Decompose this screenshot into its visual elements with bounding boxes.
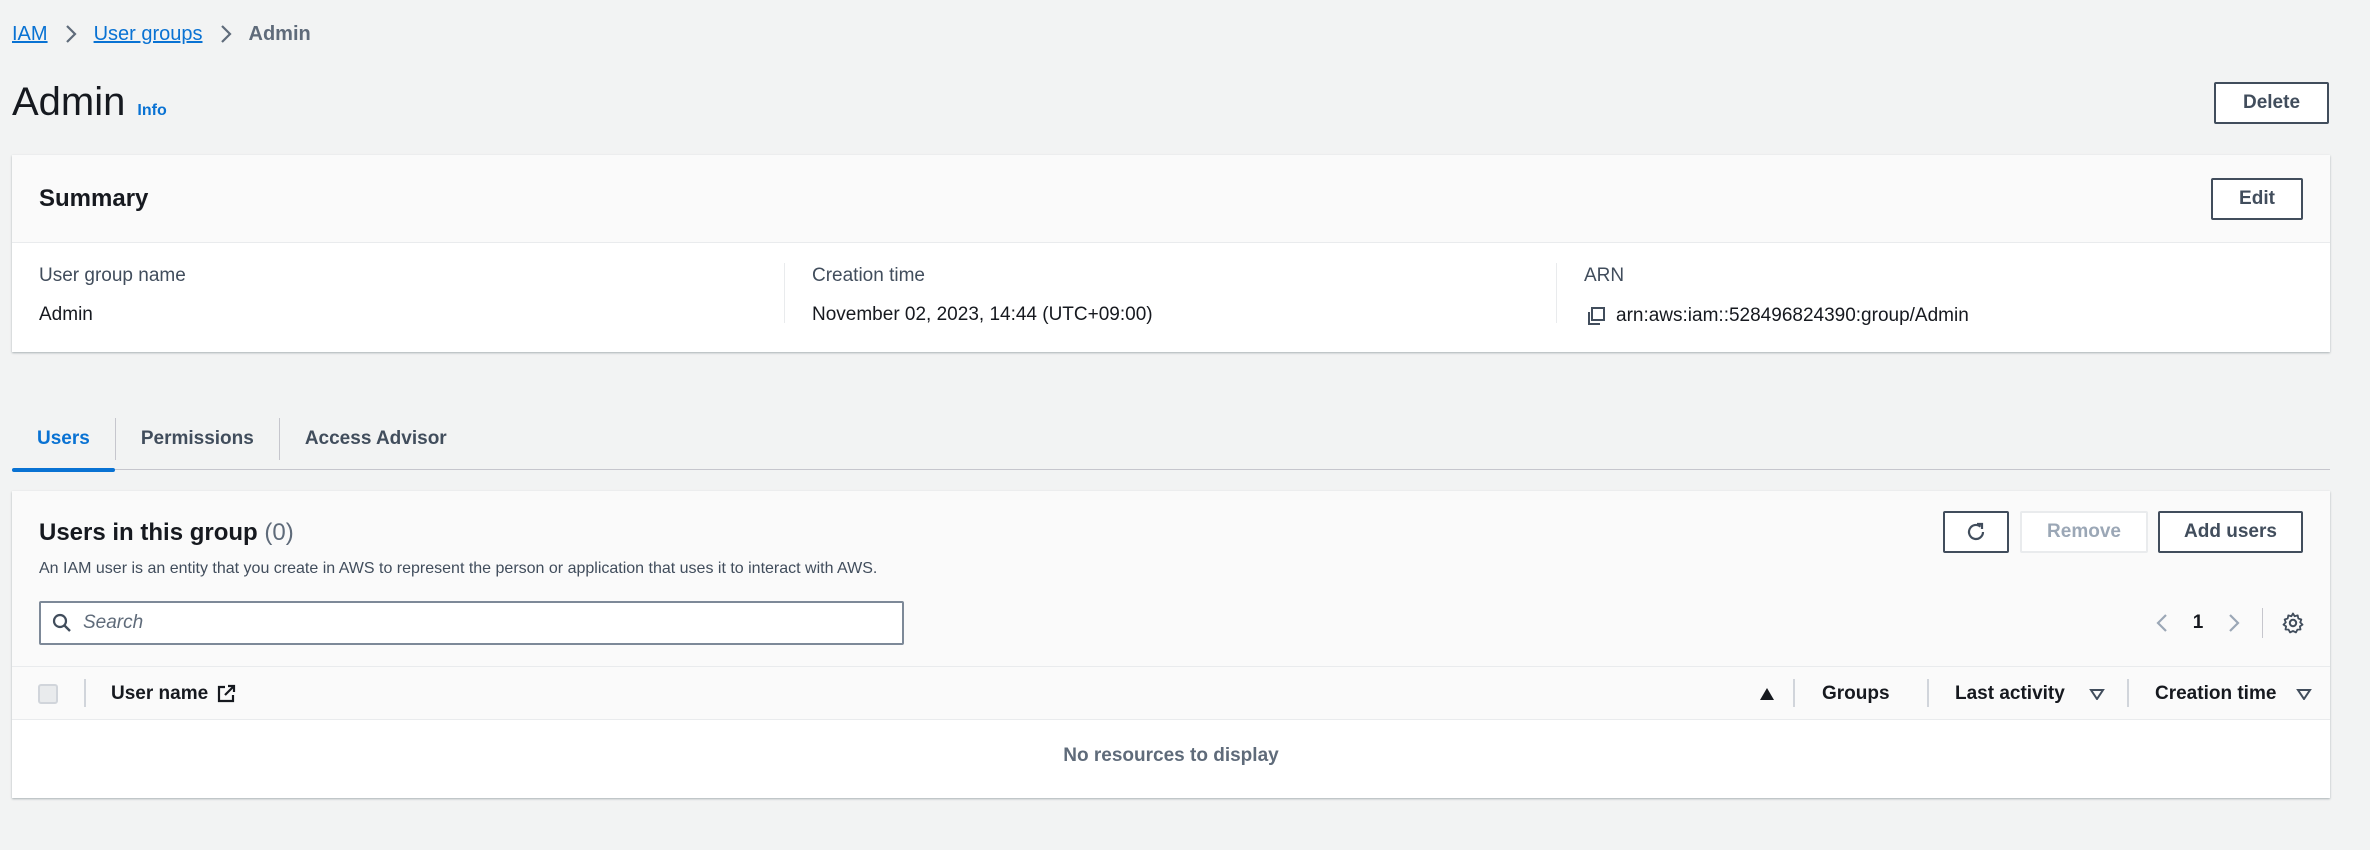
- column-divider: [84, 679, 86, 707]
- delete-button[interactable]: Delete: [2214, 82, 2329, 124]
- column-divider: [1556, 263, 1557, 323]
- users-count: (0): [264, 519, 294, 546]
- summary-panel: Summary Edit User group name Admin Creat…: [12, 155, 2330, 352]
- page-number[interactable]: 1: [2180, 612, 2216, 634]
- summary-title: Summary: [39, 185, 149, 212]
- column-header-label: User name: [111, 682, 209, 704]
- breadcrumb-user-groups-link[interactable]: User groups: [94, 23, 203, 46]
- users-panel-title: Users in this group (0): [39, 519, 294, 547]
- users-panel-title-text: Users in this group: [39, 519, 258, 546]
- user-group-name-field: User group name Admin: [39, 265, 186, 326]
- column-header-last-activity[interactable]: Last activity: [1955, 667, 2105, 720]
- chevron-right-icon: [211, 21, 241, 47]
- column-header-label: Groups: [1822, 682, 1890, 704]
- page-title: Admin Info: [12, 74, 167, 139]
- column-header-groups[interactable]: Groups: [1822, 667, 1890, 720]
- refresh-button[interactable]: [1943, 511, 2009, 553]
- chevron-right-icon[interactable]: [2216, 605, 2252, 641]
- tab-permissions[interactable]: Permissions: [116, 408, 279, 470]
- field-label: Creation time: [812, 265, 925, 286]
- iam-user-group-page: IAM User groups Admin Admin Info Delete …: [0, 0, 2370, 850]
- search-input[interactable]: [81, 611, 881, 635]
- summary-header: Summary Edit: [12, 155, 2330, 243]
- copy-icon[interactable]: [1584, 304, 1608, 328]
- chevron-left-icon[interactable]: [2144, 605, 2180, 641]
- sort-desc-icon: [2296, 688, 2313, 700]
- sort-desc-icon: [2088, 688, 2105, 700]
- add-users-button[interactable]: Add users: [2158, 511, 2303, 553]
- page-title-text: Admin: [12, 80, 126, 124]
- breadcrumb: IAM User groups Admin: [12, 21, 311, 47]
- select-all-checkbox[interactable]: [38, 684, 58, 704]
- remove-button[interactable]: Remove: [2020, 511, 2148, 553]
- column-divider: [1927, 679, 1929, 707]
- external-link-icon: [216, 684, 236, 704]
- column-divider: [784, 263, 785, 323]
- field-label: User group name: [39, 265, 186, 286]
- column-header-creation-time[interactable]: Creation time: [2155, 667, 2313, 720]
- breadcrumb-current: Admin: [248, 22, 311, 45]
- creation-time-field: Creation time November 02, 2023, 14:44 (…: [812, 265, 1153, 326]
- edit-button[interactable]: Edit: [2211, 178, 2303, 220]
- refresh-icon: [1964, 520, 1988, 544]
- settings-gear-icon[interactable]: [2275, 605, 2311, 641]
- search-box: [39, 601, 904, 645]
- tab-access-advisor[interactable]: Access Advisor: [280, 408, 472, 470]
- pager-divider: [2262, 608, 2263, 638]
- column-header-user-name[interactable]: User name: [111, 667, 236, 720]
- breadcrumb-iam-link[interactable]: IAM: [12, 23, 48, 46]
- sort-asc-icon[interactable]: [1759, 667, 1775, 720]
- arn-value-row: arn:aws:iam::528496824390:group/Admin: [1584, 304, 1969, 328]
- field-label: ARN: [1584, 265, 1625, 286]
- users-panel: Users in this group (0) An IAM user is a…: [12, 491, 2330, 798]
- column-divider: [2127, 679, 2129, 707]
- column-header-label: Creation time: [2155, 682, 2277, 704]
- info-link[interactable]: Info: [137, 83, 166, 139]
- arn-value: arn:aws:iam::528496824390:group/Admin: [1616, 305, 1969, 326]
- pagination: 1: [2144, 605, 2311, 641]
- users-panel-header: Users in this group (0) An IAM user is a…: [12, 491, 2330, 667]
- empty-state-message: No resources to display: [1063, 745, 1279, 766]
- field-value: Admin: [39, 304, 93, 325]
- field-value: November 02, 2023, 14:44 (UTC+09:00): [812, 304, 1153, 325]
- table-header: User name Groups Last activity Creation …: [12, 667, 2330, 720]
- users-panel-description: An IAM user is an entity that you create…: [39, 560, 878, 577]
- search-icon: [51, 612, 73, 634]
- column-divider: [1793, 679, 1795, 707]
- arn-field: ARN arn:aws:iam::528496824390:group/Admi…: [1584, 265, 1969, 328]
- column-header-label: Last activity: [1955, 682, 2065, 704]
- chevron-right-icon: [56, 21, 86, 47]
- tab-users[interactable]: Users: [12, 408, 115, 472]
- tab-list: Users Permissions Access Advisor: [12, 408, 2330, 472]
